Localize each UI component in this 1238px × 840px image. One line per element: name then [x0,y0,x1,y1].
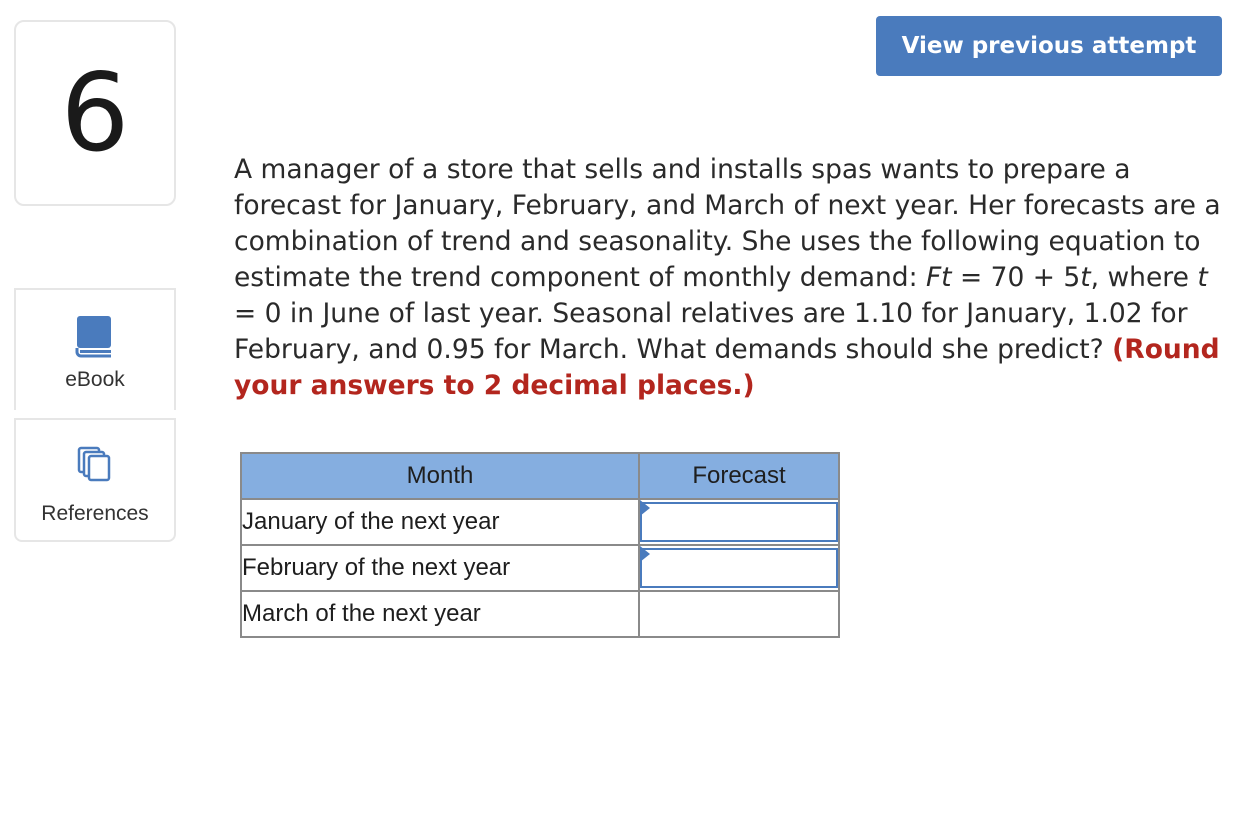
forecast-column-header: Forecast [638,452,840,500]
question-text-part: = 70 + 5 [951,262,1081,293]
question-text-part: , where [1090,262,1198,293]
question-text-part: = 0 in June of last year. Seasonal relat… [234,298,1188,365]
t-variable: t [1197,262,1208,293]
month-cell: March of the next year [240,590,640,638]
forecast-input-january[interactable] [640,502,838,542]
view-previous-attempt-button[interactable]: View previous attempt [876,16,1222,76]
table-row: February of the next year [240,544,840,592]
ft-variable: Ft [925,262,952,293]
book-icon [75,314,115,358]
question-text: A manager of a store that sells and inst… [234,152,1224,404]
copy-icon [77,446,113,482]
forecast-input-february[interactable] [640,548,838,588]
references-label: References [41,502,149,525]
forecast-table: Month Forecast January of the next year … [240,452,840,638]
forecast-input-march[interactable] [638,590,840,638]
month-cell: February of the next year [240,544,640,592]
input-marker-icon [640,546,650,562]
month-column-header: Month [240,452,640,500]
ebook-label: eBook [65,368,125,391]
table-header-row: Month Forecast [240,452,840,500]
month-cell: January of the next year [240,498,640,546]
table-row: January of the next year [240,498,840,546]
table-row: March of the next year [240,590,840,638]
forecast-cell [638,544,840,592]
forecast-cell [638,498,840,546]
ebook-button[interactable]: eBook [14,288,176,410]
t-variable: t [1080,262,1091,293]
question-number-card: 6 [14,20,176,206]
input-marker-icon [640,500,650,516]
question-number: 6 [60,51,130,176]
references-button[interactable]: References [14,418,176,542]
